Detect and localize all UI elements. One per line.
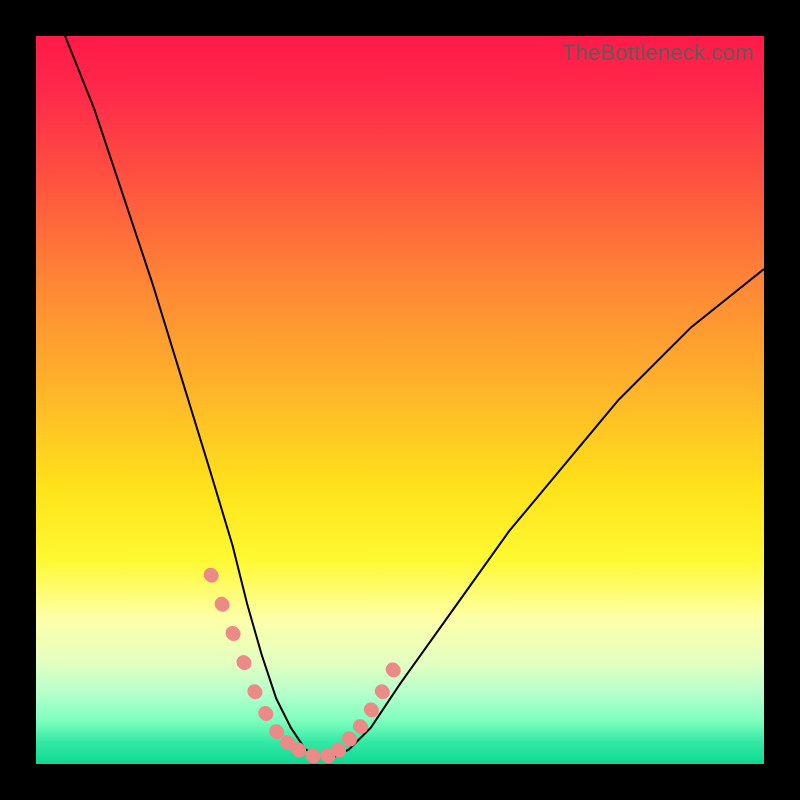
highlight-dot — [265, 713, 266, 714]
highlight-dot — [360, 726, 361, 727]
highlight-dot — [338, 749, 339, 750]
chart-frame: TheBottleneck.com — [0, 0, 800, 800]
highlight-dot — [382, 691, 383, 692]
highlight-dot — [244, 662, 245, 663]
chart-svg — [36, 36, 764, 764]
highlight-dot — [313, 755, 314, 756]
bottleneck-curve — [65, 36, 764, 757]
highlight-dot — [327, 755, 328, 756]
near-optimal-dots — [211, 575, 394, 757]
highlight-dot — [298, 749, 299, 750]
highlight-dot — [222, 604, 223, 605]
highlight-dot — [276, 731, 277, 732]
highlight-dot — [371, 709, 372, 710]
chart-plot-area: TheBottleneck.com — [36, 36, 764, 764]
highlight-dot — [233, 633, 234, 634]
highlight-dot — [349, 739, 350, 740]
highlight-dot — [393, 669, 394, 670]
highlight-dot — [254, 691, 255, 692]
highlight-dot — [211, 575, 212, 576]
highlight-dot — [287, 742, 288, 743]
